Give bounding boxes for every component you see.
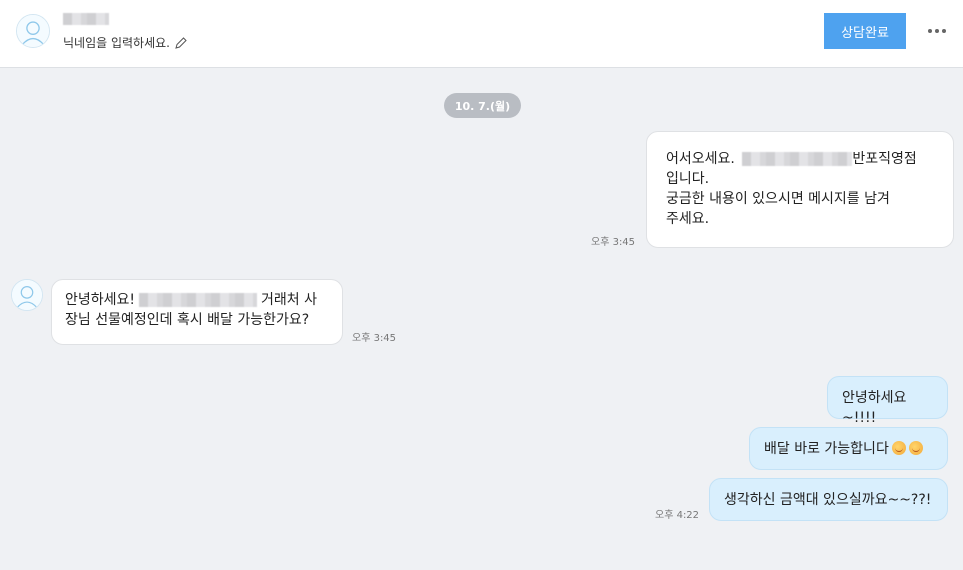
- message-time: 오후 3:45: [591, 237, 636, 248]
- nickname-prompt: 닉네임을 입력하세요.: [63, 36, 170, 50]
- message-time: 오후 3:45: [352, 333, 397, 344]
- redacted-company-name: [139, 293, 258, 307]
- message-bubble: 배달 바로 가능합니다: [749, 427, 948, 470]
- message-bubble: 어서오세요. 반포직영점 입니다. 궁금한 내용이 있으시면 메시지를 남겨 주…: [646, 131, 954, 248]
- redacted-store-name: [742, 152, 853, 166]
- more-dots-icon[interactable]: [922, 20, 952, 42]
- smile-emoji-icon: [891, 441, 906, 455]
- nickname-edit[interactable]: 닉네임을 입력하세요.: [63, 34, 188, 51]
- consult-complete-button[interactable]: 상담완료: [824, 13, 906, 49]
- blush-emoji-icon: [908, 441, 923, 455]
- chat-header: 닉네임을 입력하세요. 상담완료: [0, 0, 963, 68]
- message-bubble: 안녕하세요~!!!!: [827, 376, 948, 426]
- message-bubble: 생각하신 금액대 있으실까요~~??!: [709, 478, 948, 521]
- message-bubble: 안녕하세요! 거래처 사 장님 선물예정인데 혹시 배달 가능한가요?: [51, 279, 343, 345]
- redacted-username: [63, 13, 109, 25]
- date-divider: 10. 7.(월): [444, 93, 521, 118]
- pencil-icon[interactable]: [174, 36, 188, 50]
- message-time: 오후 4:22: [655, 510, 700, 521]
- user-avatar[interactable]: [16, 14, 50, 48]
- customer-avatar[interactable]: [11, 279, 43, 311]
